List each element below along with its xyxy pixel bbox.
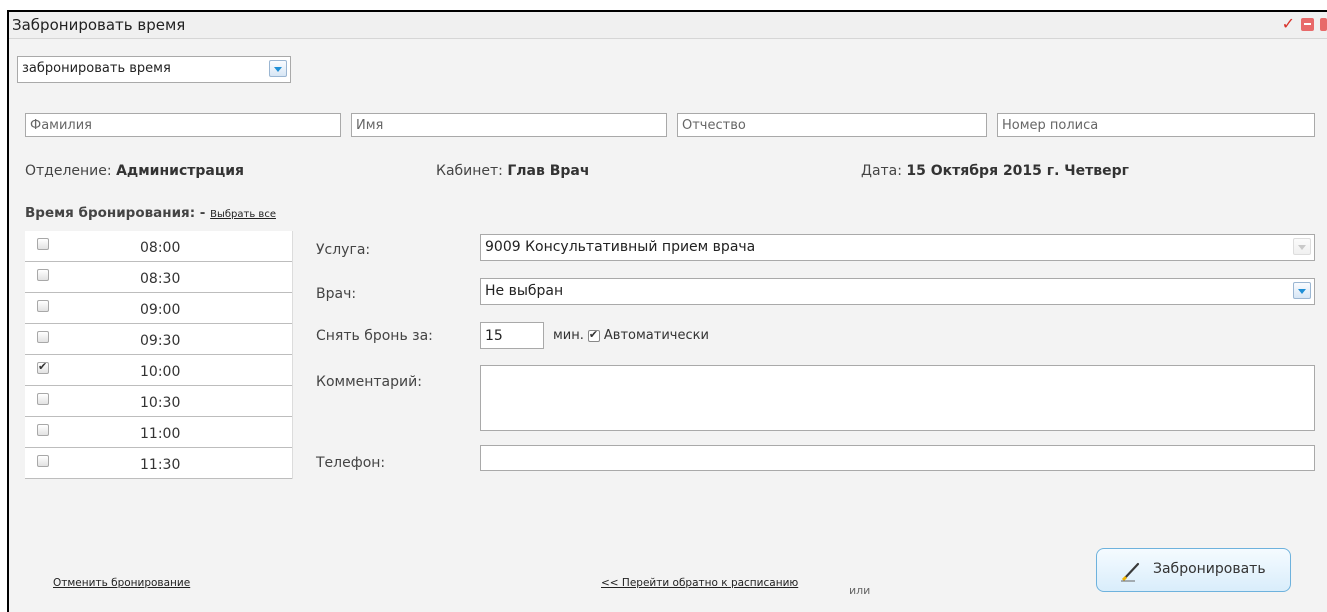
doctor-label: Врач:	[316, 286, 357, 302]
pencil-icon	[1121, 562, 1140, 582]
mode-select-value: забронировать время	[22, 61, 171, 76]
service-select[interactable]: 9009 Консультативный прием врача	[480, 234, 1315, 261]
cabinet-value: Глав Врач	[507, 163, 590, 179]
slot-checkbox[interactable]	[37, 455, 49, 467]
policy-number-input[interactable]	[997, 113, 1315, 137]
minimize-icon[interactable]	[1301, 17, 1314, 31]
slot-time: 11:00	[140, 426, 181, 442]
time-slot[interactable]: 10:00	[25, 355, 292, 386]
window-controls: ✓	[1282, 16, 1327, 32]
booking-time-title: Время бронирования: -	[25, 205, 206, 221]
time-slot[interactable]: 08:30	[25, 262, 292, 293]
slot-checkbox[interactable]	[37, 238, 49, 250]
slot-time: 09:00	[140, 302, 181, 318]
department-info: Отделение: Администрация	[25, 163, 244, 179]
mode-select[interactable]: забронировать время	[17, 56, 291, 83]
date-info: Дата: 15 Октября 2015 г. Четверг	[861, 163, 1129, 179]
slot-checkbox[interactable]	[37, 424, 49, 436]
department-value: Администрация	[116, 163, 245, 179]
time-slot[interactable]: 09:00	[25, 293, 292, 324]
slot-checkbox[interactable]	[37, 269, 49, 281]
doctor-select[interactable]: Не выбран	[480, 278, 1315, 305]
phone-label: Телефон:	[316, 455, 386, 471]
time-slot[interactable]: 11:00	[25, 417, 292, 448]
cancel-booking-link[interactable]: Отменить бронирование	[53, 577, 190, 589]
slot-checkbox[interactable]	[37, 331, 49, 343]
service-label: Услуга:	[316, 242, 371, 258]
title-bar: Забронировать время ✓	[9, 12, 1327, 39]
release-label: Снять бронь за:	[316, 328, 433, 344]
slot-checkbox[interactable]	[37, 300, 49, 312]
select-all-link[interactable]: Выбрать все	[210, 209, 276, 220]
slot-time: 08:00	[140, 240, 181, 256]
booking-time-heading: Время бронирования: - Выбрать все	[25, 205, 276, 221]
time-slot-list: 08:00 08:30 09:00 09:30 10:00 10:30 11:0…	[25, 231, 293, 479]
department-label: Отделение:	[25, 163, 112, 179]
time-slot[interactable]: 08:00	[25, 231, 292, 262]
date-label: Дата:	[861, 163, 902, 179]
book-button[interactable]: Забронировать	[1096, 548, 1291, 592]
slot-checkbox[interactable]	[37, 393, 49, 405]
service-value: 9009 Консультативный прием врача	[485, 239, 756, 255]
chevron-down-icon[interactable]	[1293, 238, 1311, 255]
book-button-label: Забронировать	[1153, 561, 1266, 577]
slot-time: 11:30	[140, 457, 181, 473]
cabinet-label: Кабинет:	[436, 163, 503, 179]
slot-time: 10:00	[140, 364, 181, 380]
time-slot[interactable]: 09:30	[25, 324, 292, 355]
window-title: Забронировать время	[12, 16, 186, 34]
release-options: мин. Автоматически	[553, 328, 709, 344]
slot-time: 10:30	[140, 395, 181, 411]
middle-name-input[interactable]	[677, 113, 987, 137]
slot-checkbox[interactable]	[37, 360, 49, 374]
close-icon[interactable]	[1320, 17, 1327, 31]
first-name-input[interactable]	[351, 113, 667, 137]
chevron-down-icon[interactable]	[269, 60, 287, 77]
time-slot[interactable]: 11:30	[25, 448, 292, 479]
auto-checkbox[interactable]	[587, 328, 600, 342]
comment-label: Комментарий:	[316, 374, 422, 390]
cabinet-info: Кабинет: Глав Врач	[436, 163, 589, 179]
confirm-check-icon[interactable]: ✓	[1282, 16, 1295, 32]
last-name-input[interactable]	[25, 113, 341, 137]
phone-input[interactable]	[480, 445, 1315, 471]
auto-label: Автоматически	[603, 328, 709, 343]
doctor-value: Не выбран	[485, 283, 564, 299]
comment-textarea[interactable]	[480, 365, 1315, 431]
chevron-down-icon[interactable]	[1293, 282, 1311, 299]
booking-window: Забронировать время ✓ забронировать врем…	[7, 10, 1327, 612]
slot-time: 08:30	[140, 271, 181, 287]
release-minutes-input[interactable]	[480, 322, 544, 349]
minutes-label: мин.	[553, 328, 584, 343]
time-slot[interactable]: 10:30	[25, 386, 292, 417]
or-text: или	[849, 584, 871, 597]
back-to-schedule-link[interactable]: << Перейти обратно к расписанию	[601, 577, 798, 589]
date-value: 15 Октября 2015 г. Четверг	[906, 163, 1129, 179]
slot-time: 09:30	[140, 333, 181, 349]
